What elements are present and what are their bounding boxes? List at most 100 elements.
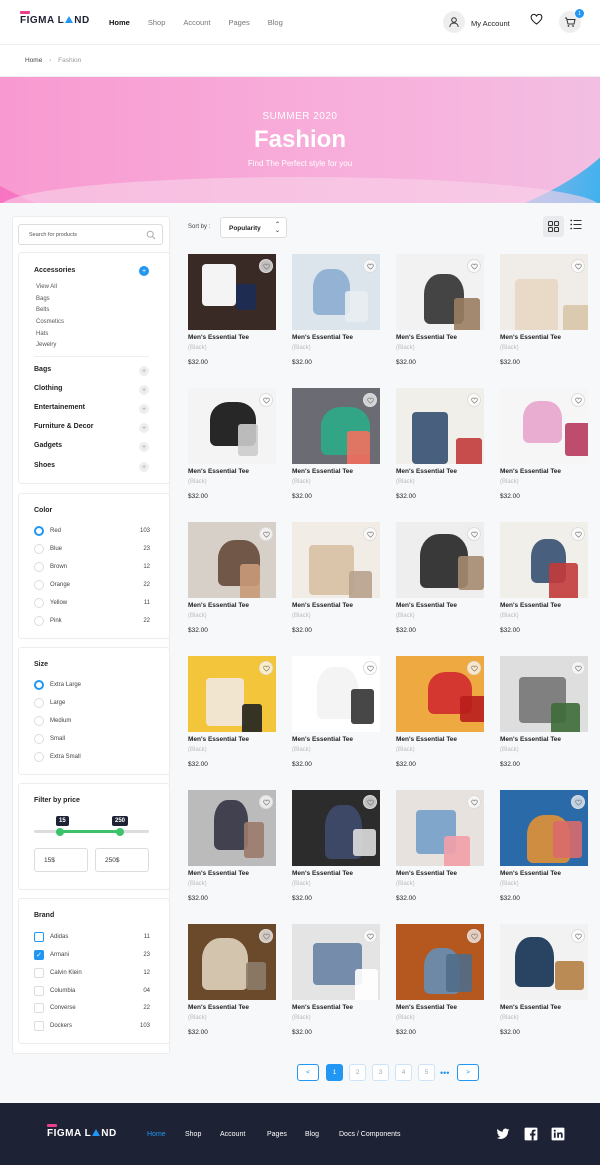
product-image[interactable] [292,924,380,1000]
price-range-slider[interactable] [34,827,149,836]
category-clothing[interactable]: Clothing [34,385,62,392]
product-image[interactable] [396,924,484,1000]
expand-icon[interactable]: + [139,442,149,452]
expand-icon[interactable]: + [139,366,149,376]
radio[interactable] [34,734,44,744]
radio[interactable] [34,580,44,590]
expand-icon[interactable]: + [139,423,149,433]
product-name[interactable]: Men's Essential Tee [292,602,353,609]
favorite-button[interactable] [363,393,377,407]
product-name[interactable]: Men's Essential Tee [500,602,561,609]
favorite-button[interactable] [467,393,481,407]
search-icon[interactable] [146,230,156,240]
radio[interactable] [34,716,44,726]
breadcrumb-home[interactable]: Home [25,57,42,64]
product-name[interactable]: Men's Essential Tee [188,1004,249,1011]
favorite-button[interactable] [363,929,377,943]
nav-home[interactable]: Home [109,18,130,27]
product-image[interactable] [396,656,484,732]
radio[interactable] [34,598,44,608]
favorite-button[interactable] [363,527,377,541]
brand-option-columbia[interactable]: Columbia 04 [34,986,150,996]
list-view-button[interactable] [570,219,582,232]
product-image[interactable] [500,388,588,464]
footer-logo[interactable]: FIGMA L ND [47,1124,117,1139]
favorite-button[interactable] [467,795,481,809]
product-name[interactable]: Men's Essential Tee [396,334,457,341]
color-option-blue[interactable]: Blue 23 [34,544,150,554]
size-option-large[interactable]: Large [34,698,150,708]
nav-blog[interactable]: Blog [268,18,283,27]
product-image[interactable] [396,388,484,464]
product-name[interactable]: Men's Essential Tee [188,334,249,341]
radio[interactable] [34,680,44,690]
color-option-orange[interactable]: Orange 22 [34,580,150,590]
footer-nav-docs[interactable]: Docs / Components [339,1131,400,1138]
brand-option-armani[interactable]: ✓ Armani 23 [34,950,150,960]
radio[interactable] [34,562,44,572]
product-image[interactable] [500,656,588,732]
color-option-pink[interactable]: Pink 22 [34,616,150,626]
favorite-button[interactable] [259,661,273,675]
product-image[interactable] [500,522,588,598]
checkbox[interactable] [34,986,44,996]
product-image[interactable] [188,388,276,464]
footer-nav-account[interactable]: Account [220,1131,245,1138]
product-image[interactable] [188,790,276,866]
product-name[interactable]: Men's Essential Tee [188,468,249,475]
footer-nav-blog[interactable]: Blog [305,1131,319,1138]
product-name[interactable]: Men's Essential Tee [292,1004,353,1011]
favorite-button[interactable] [259,393,273,407]
favorite-button[interactable] [259,527,273,541]
price-min-handle[interactable] [56,827,65,836]
footer-nav-shop[interactable]: Shop [185,1131,201,1138]
twitter-icon[interactable] [496,1127,510,1141]
check-icon[interactable]: ✓ [34,950,44,960]
product-name[interactable]: Men's Essential Tee [500,334,561,341]
radio[interactable] [34,526,44,536]
nav-shop[interactable]: Shop [148,18,166,27]
product-name[interactable]: Men's Essential Tee [292,870,353,877]
wishlist-button[interactable] [530,13,543,27]
page-3[interactable]: 3 [372,1064,389,1081]
radio[interactable] [34,544,44,554]
subcategory-bags[interactable]: Bags [36,296,50,302]
brand-option-dockers[interactable]: Dockers 103 [34,1021,150,1031]
prev-page-button[interactable]: < [297,1064,319,1081]
my-account-link[interactable]: My Account [471,19,510,28]
favorite-button[interactable] [259,795,273,809]
category-entertainement[interactable]: Entertainement [34,404,85,411]
favorite-button[interactable] [571,527,585,541]
product-name[interactable]: Men's Essential Tee [396,468,457,475]
product-image[interactable] [188,656,276,732]
product-name[interactable]: Men's Essential Tee [396,602,457,609]
next-page-button[interactable]: > [457,1064,479,1081]
page-2[interactable]: 2 [349,1064,366,1081]
subcategory-hats[interactable]: Hats [36,331,48,337]
checkbox[interactable] [34,1003,44,1013]
product-image[interactable] [396,790,484,866]
checkbox[interactable] [34,968,44,978]
favorite-button[interactable] [571,393,585,407]
product-name[interactable]: Men's Essential Tee [396,870,457,877]
collapse-icon[interactable]: + [139,266,149,276]
favorite-button[interactable] [467,661,481,675]
product-image[interactable] [396,522,484,598]
favorite-button[interactable] [571,259,585,273]
product-image[interactable] [292,790,380,866]
price-min-input[interactable]: 15$ [34,848,88,872]
favorite-button[interactable] [259,929,273,943]
product-name[interactable]: Men's Essential Tee [396,1004,457,1011]
product-image[interactable] [292,388,380,464]
product-name[interactable]: Men's Essential Tee [188,870,249,877]
favorite-button[interactable] [571,929,585,943]
nav-account[interactable]: Account [183,18,210,27]
search-input[interactable]: Search for products [18,224,163,245]
subcategory-cosmetics[interactable]: Cosmetics [36,319,64,325]
product-image[interactable] [500,790,588,866]
product-name[interactable]: Men's Essential Tee [292,468,353,475]
brand-option-adidas[interactable]: Adidas 11 [34,932,150,942]
radio[interactable] [34,616,44,626]
size-option-extra-small[interactable]: Extra Small [34,752,150,762]
category-furniture-decor[interactable]: Furniture & Decor [34,423,94,430]
